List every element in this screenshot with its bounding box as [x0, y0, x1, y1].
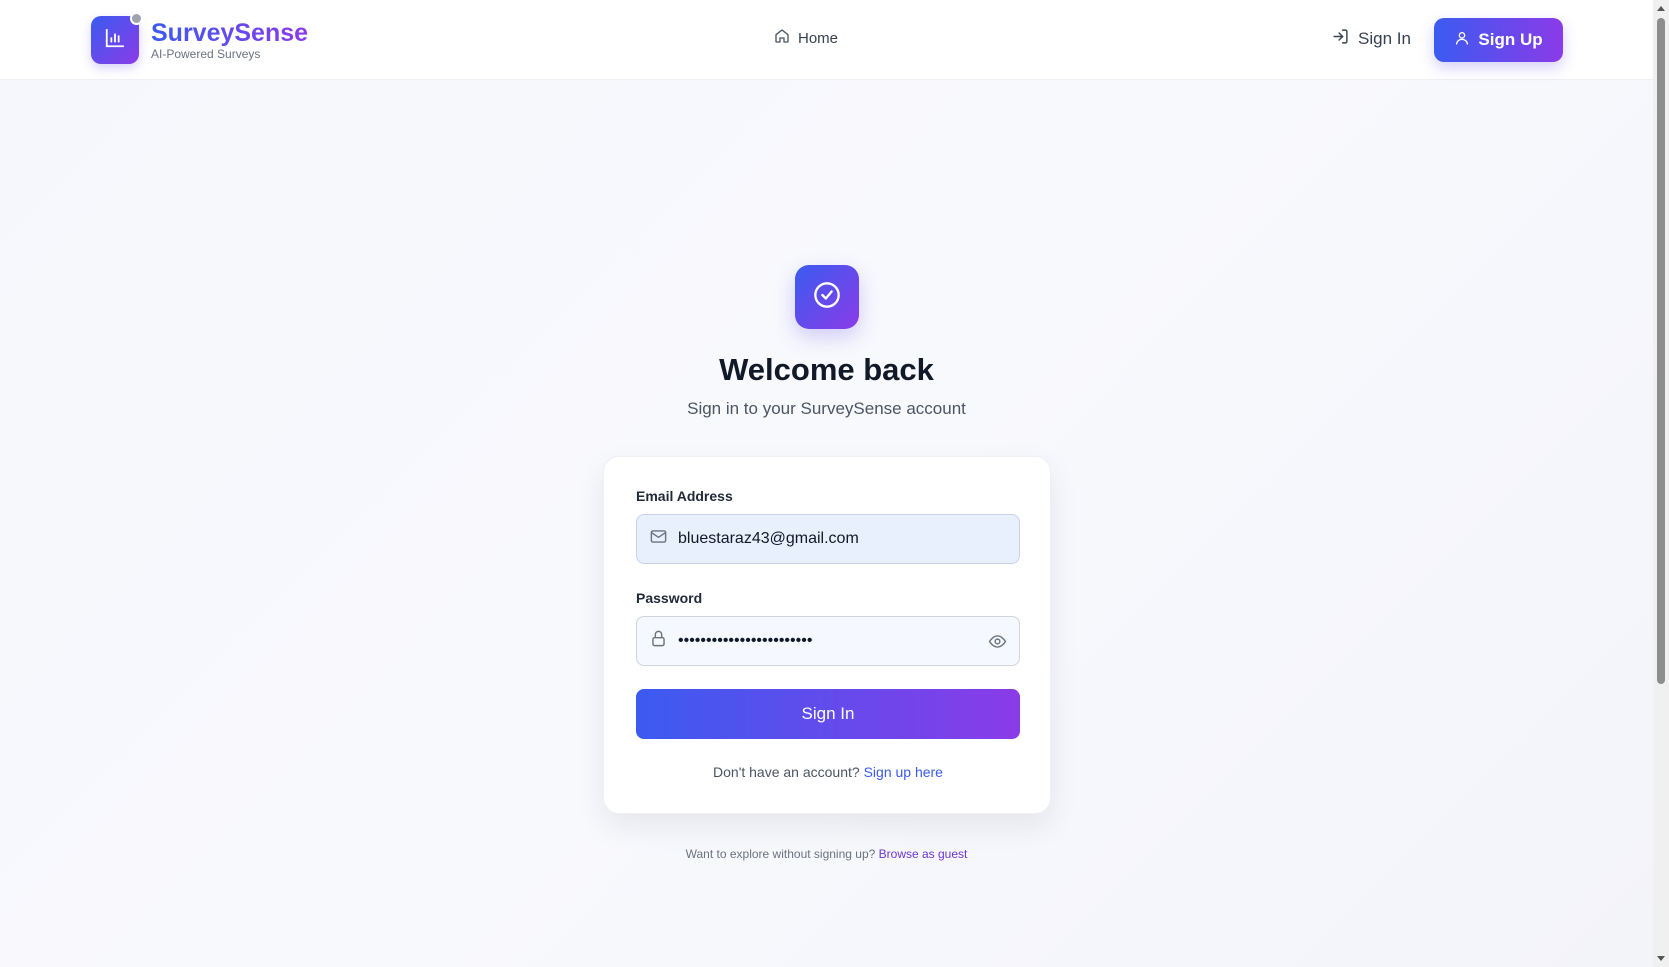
check-circle-icon	[813, 281, 841, 314]
signup-prompt: Don't have an account? Sign up here	[604, 764, 1052, 780]
brand-tagline: AI-Powered Surveys	[151, 47, 261, 61]
mail-icon	[649, 527, 668, 551]
email-field[interactable]	[636, 514, 1020, 564]
page-subtitle: Sign in to your SurveySense account	[687, 399, 966, 418]
eye-icon[interactable]	[988, 632, 1007, 656]
password-field[interactable]	[636, 616, 1020, 666]
user-icon	[1454, 30, 1478, 51]
login-icon	[1332, 28, 1358, 50]
email-input[interactable]	[678, 530, 968, 548]
logo	[91, 12, 143, 64]
signup-link[interactable]: Sign up here	[864, 764, 943, 780]
status-dot	[130, 12, 143, 25]
brand-name: SurveySense	[151, 19, 309, 47]
signin-submit-button[interactable]: Sign In	[636, 689, 1020, 739]
brand-text: SurveySense AI-Powered Surveys	[151, 19, 308, 61]
header-signup-label: Sign Up	[1478, 30, 1543, 49]
guest-text: Want to explore without signing up?	[685, 847, 876, 861]
bar-chart-icon	[104, 27, 126, 54]
lock-icon	[649, 629, 668, 653]
nav-home-label: Home	[798, 29, 839, 47]
guest-prompt: Want to explore without signing up? Brow…	[0, 847, 1653, 861]
browse-guest-link[interactable]: Browse as guest	[879, 847, 968, 861]
password-label: Password	[636, 590, 703, 606]
password-input[interactable]	[678, 632, 968, 650]
scroll-down-icon[interactable]	[1657, 956, 1665, 961]
vertical-scrollbar[interactable]	[1653, 0, 1669, 967]
signin-card: Email Address Password Sign	[603, 456, 1051, 814]
nav-home-link[interactable]: Home	[774, 28, 838, 48]
header-signup-button[interactable]: Sign Up	[1434, 18, 1563, 62]
page: SurveySense AI-Powered Surveys Home Sign…	[0, 0, 1653, 967]
page-title: Welcome back	[719, 352, 934, 387]
home-icon	[774, 28, 798, 48]
email-label: Email Address	[636, 488, 733, 504]
scroll-thumb[interactable]	[1657, 18, 1665, 684]
scroll-up-icon[interactable]	[1657, 6, 1665, 11]
header-signin-label: Sign In	[1358, 29, 1411, 48]
brand[interactable]: SurveySense AI-Powered Surveys	[91, 12, 308, 64]
hero-badge	[795, 265, 859, 329]
no-account-text: Don't have an account?	[713, 764, 860, 780]
top-navbar: SurveySense AI-Powered Surveys Home Sign…	[0, 0, 1653, 80]
header-signin-button[interactable]: Sign In	[1332, 28, 1411, 50]
